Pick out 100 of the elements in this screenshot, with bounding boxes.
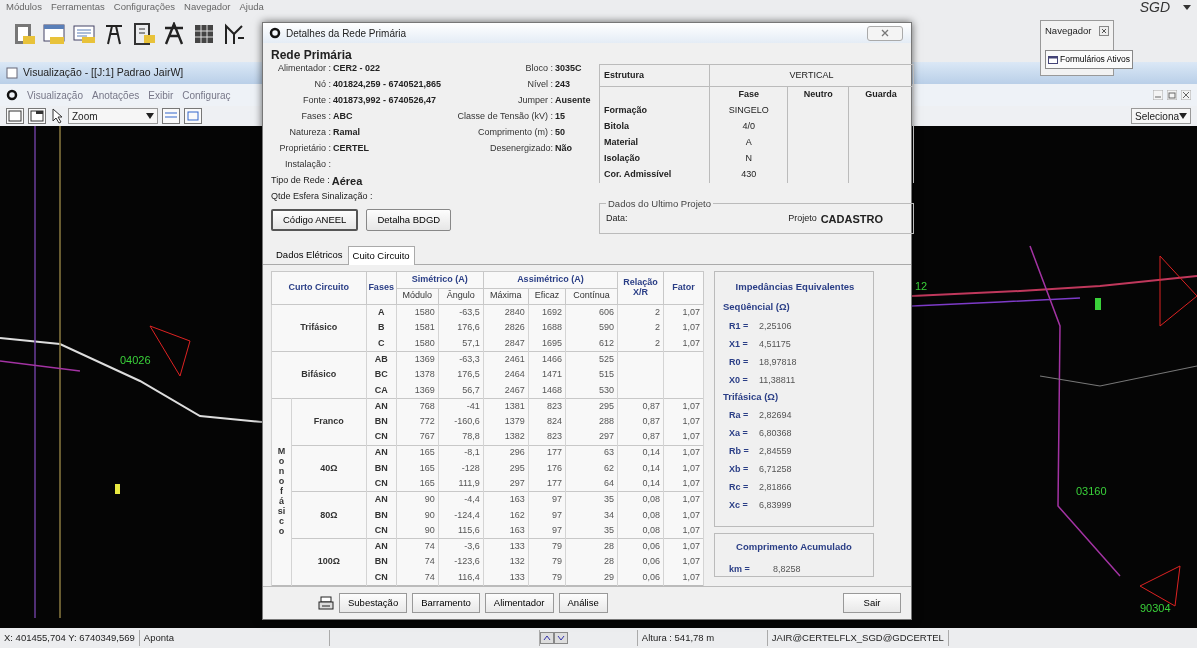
- table-cell: 115,6: [438, 523, 484, 539]
- action-button[interactable]: Detalha BDGD: [366, 209, 452, 232]
- table-cell: 163: [483, 523, 529, 539]
- map-label: 04026: [120, 353, 151, 368]
- field-label: Data:: [606, 212, 628, 226]
- table-cell: 0,14: [617, 476, 664, 492]
- navigation-icon[interactable]: [539, 632, 568, 644]
- table-cell: 1381: [483, 398, 529, 414]
- table-cell: 1378: [396, 367, 439, 383]
- row-header: BN: [366, 507, 397, 524]
- table-cell: 0,14: [617, 460, 664, 477]
- action-button[interactable]: Análise: [558, 593, 608, 614]
- menu-item[interactable]: Módulos: [6, 0, 42, 15]
- table-cell: -123,6: [438, 554, 484, 570]
- field-label: Nível :: [526, 78, 554, 92]
- dropdown-icon[interactable]: [1183, 3, 1191, 11]
- action-button[interactable]: Barramento: [412, 593, 480, 614]
- field-label: R0 =: [729, 355, 750, 369]
- table-cell: -4,4: [438, 491, 484, 508]
- row-header: CN: [366, 523, 397, 539]
- table-cell: 35: [565, 491, 618, 508]
- table-cell: -124,4: [438, 507, 484, 524]
- mode-text: Aponta: [139, 630, 330, 646]
- pole-icon[interactable]: [222, 22, 246, 46]
- field-value: 2,84559: [759, 445, 792, 458]
- field-label: Xb =: [729, 463, 750, 476]
- column-header: Guarda: [848, 86, 914, 103]
- table-cell: 1688: [528, 320, 566, 336]
- app-icon[interactable]: [6, 89, 18, 101]
- table-cell: 767: [396, 429, 439, 446]
- table-cell: 1,07: [663, 335, 704, 352]
- exit-button[interactable]: Sair: [843, 593, 901, 614]
- menu-item[interactable]: Anotações: [91, 87, 140, 103]
- tab[interactable]: Cuito Circuito: [347, 245, 415, 265]
- row-header: BC: [366, 367, 397, 383]
- column-header: Neutro: [787, 86, 849, 103]
- close-icon: [881, 29, 889, 37]
- select-dropdown[interactable]: Seleciona: [1131, 108, 1191, 124]
- zoom-dropdown[interactable]: Zoom: [68, 108, 158, 124]
- row-header: BN: [366, 554, 397, 570]
- close-icon[interactable]: [1181, 90, 1191, 100]
- map-label: 03160: [1076, 484, 1107, 499]
- menu-item[interactable]: Exibir: [148, 87, 174, 103]
- menu-item[interactable]: Ferramentas: [50, 0, 105, 15]
- field-label: X0 =: [729, 373, 749, 387]
- tower-icon[interactable]: [162, 22, 186, 46]
- clipboard-icon[interactable]: [132, 22, 156, 46]
- action-button[interactable]: Alimentador: [484, 593, 554, 614]
- section-title: Seqüêncial (Ω): [723, 300, 791, 315]
- clipboard-icon[interactable]: [12, 22, 36, 46]
- table-cell: 1379: [483, 413, 529, 430]
- action-button[interactable]: Código ANEEL: [271, 209, 359, 232]
- form-icon[interactable]: [72, 22, 96, 46]
- menu-item[interactable]: Navegador: [184, 0, 231, 15]
- menu-item[interactable]: Configuraç: [182, 87, 231, 103]
- menu-item[interactable]: Configurações: [113, 0, 176, 15]
- field-value: 2,25106: [759, 319, 792, 333]
- print-icon[interactable]: [318, 596, 334, 611]
- cursor-icon[interactable]: [50, 108, 64, 124]
- field-value: CER2 - 022: [333, 62, 382, 76]
- table-cell: 824: [528, 413, 566, 430]
- row-header: Bitola: [599, 118, 710, 135]
- close-icon[interactable]: [1099, 26, 1109, 37]
- close-button[interactable]: [867, 25, 903, 41]
- menu-item[interactable]: Visualização: [27, 87, 83, 103]
- action-button[interactable]: Subestação: [339, 593, 408, 614]
- table-cell: VERTICAL: [709, 64, 914, 87]
- field-label: Natureza :: [288, 126, 332, 140]
- field-label: Fases :: [300, 110, 332, 124]
- table-cell: 1471: [528, 367, 566, 383]
- window-title: Visualização - [[J:1] Padrao JairW]: [23, 65, 184, 81]
- row-header: CN: [366, 429, 397, 446]
- table-cell: 2826: [483, 320, 529, 336]
- menu-item[interactable]: Ajuda: [239, 0, 264, 15]
- restore-icon[interactable]: [1167, 90, 1177, 100]
- table-cell: 515: [565, 367, 618, 383]
- table-cell: 768: [396, 398, 439, 414]
- table-cell: 176,6: [438, 320, 484, 336]
- tab[interactable]: Dados Elétricos: [271, 244, 348, 264]
- table-cell: 79: [528, 554, 566, 570]
- table-cell: 176: [528, 460, 566, 477]
- field-label: Comprimento (m) :: [477, 126, 554, 140]
- table-cell: 1,07: [663, 538, 704, 555]
- table-cell: 1369: [396, 351, 439, 368]
- table-cell: 133: [483, 538, 529, 555]
- table-cell: 823: [528, 429, 566, 446]
- table-cell: SINGELO: [709, 102, 788, 119]
- caret-icon: [1179, 113, 1187, 119]
- row-header: CN: [366, 569, 397, 586]
- table-cell: 1466: [528, 351, 566, 368]
- forms-button[interactable]: Formulários Ativos: [1045, 50, 1133, 69]
- table-cell: 34: [565, 507, 618, 524]
- field-label: Jumper :: [517, 94, 554, 108]
- row-header: Formação: [599, 102, 710, 119]
- grid-icon[interactable]: [192, 22, 216, 46]
- table-cell: 0,08: [617, 491, 664, 508]
- table-cell: 2467: [483, 382, 529, 399]
- window-icon[interactable]: [28, 108, 46, 124]
- table-cell: -160,6: [438, 413, 484, 430]
- row-header: AN: [366, 491, 397, 508]
